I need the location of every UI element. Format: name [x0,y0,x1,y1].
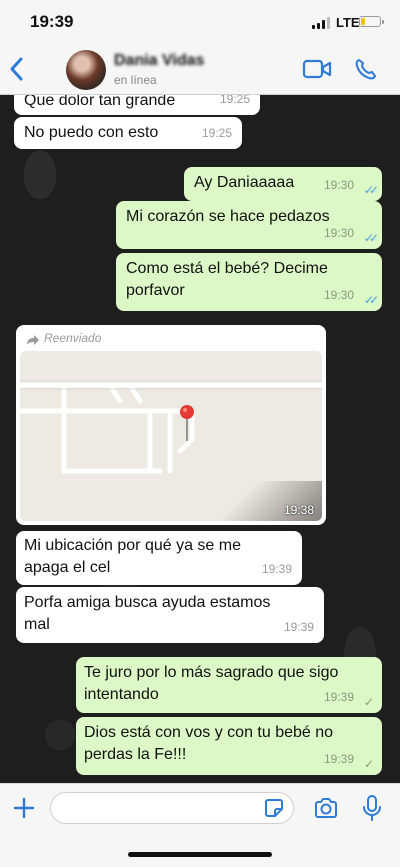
forward-icon [27,335,39,345]
location-pin-icon [180,405,194,441]
message-text: No puedo con esto [24,124,159,141]
message-incoming[interactable]: Que dolor tan grande 19:25 [14,95,260,115]
sent-receipt-icon: ✓ [363,695,374,709]
message-time: 19:39 [323,690,354,704]
contact-name[interactable]: Dania Vidas [114,52,204,70]
message-incoming[interactable]: No puedo con esto 19:25 [14,117,242,149]
contact-status: en línea [114,73,157,87]
composer-bar [0,783,400,867]
forwarded-label: Reenviado [44,331,102,345]
signal-icon [312,17,332,29]
status-time: 19:39 [30,12,74,31]
read-receipt-icon: ✓✓ [363,293,379,307]
message-input[interactable] [50,792,294,824]
home-indicator [128,852,272,857]
back-chevron-icon[interactable] [6,54,28,84]
message-time: 19:30 [323,226,354,240]
chat-area: Que dolor tan grande 19:25 No puedo con … [0,95,400,783]
sent-receipt-icon: ✓ [363,757,374,771]
video-call-icon[interactable] [302,58,332,80]
message-time: 19:39 [283,620,314,634]
plus-icon[interactable] [12,796,36,820]
message-text: Que dolor tan grande [24,95,176,109]
message-outgoing[interactable]: Como está el bebé? Decime porfavor 19:30… [116,253,382,311]
chat-header: Dania Vidas en línea [0,46,400,95]
message-outgoing[interactable]: Ay Daniaaaaa 19:30 ✓✓ [184,167,382,201]
read-receipt-icon: ✓✓ [363,231,379,245]
message-text: Mi ubicación por qué ya se me apaga el c… [24,537,241,576]
message-time: 19:39 [323,752,354,766]
message-text: Porfa amiga busca ayuda estamos mal [24,594,271,633]
read-receipt-icon: ✓✓ [363,183,379,197]
location-map[interactable]: 19:38 [20,351,322,521]
message-outgoing[interactable]: Dios está con vos y con tu bebé no perda… [76,717,382,775]
message-time: 19:38 [283,503,314,517]
location-message[interactable]: Reenviado 19:38 [16,325,326,525]
message-outgoing[interactable]: Mi corazón se hace pedazos 19:30 ✓✓ [116,201,382,249]
message-time: 19:25 [201,126,232,140]
message-time: 19:25 [219,95,250,106]
message-incoming[interactable]: Porfa amiga busca ayuda estamos mal 19:3… [16,587,324,643]
message-outgoing[interactable]: Te juro por lo más sagrado que sigo inte… [76,657,382,713]
battery-icon [359,16,384,27]
message-time: 19:30 [323,288,354,302]
network-type: LTE [336,15,360,30]
phone-call-icon[interactable] [354,57,378,81]
message-time: 19:39 [261,562,292,576]
status-bar: 19:39 LTE [0,0,400,46]
sticker-icon[interactable] [262,796,286,820]
message-incoming[interactable]: Mi ubicación por qué ya se me apaga el c… [16,531,302,585]
camera-icon[interactable] [313,796,339,820]
microphone-icon[interactable] [362,794,382,822]
message-time: 19:30 [323,178,354,192]
contact-avatar[interactable] [66,50,106,90]
